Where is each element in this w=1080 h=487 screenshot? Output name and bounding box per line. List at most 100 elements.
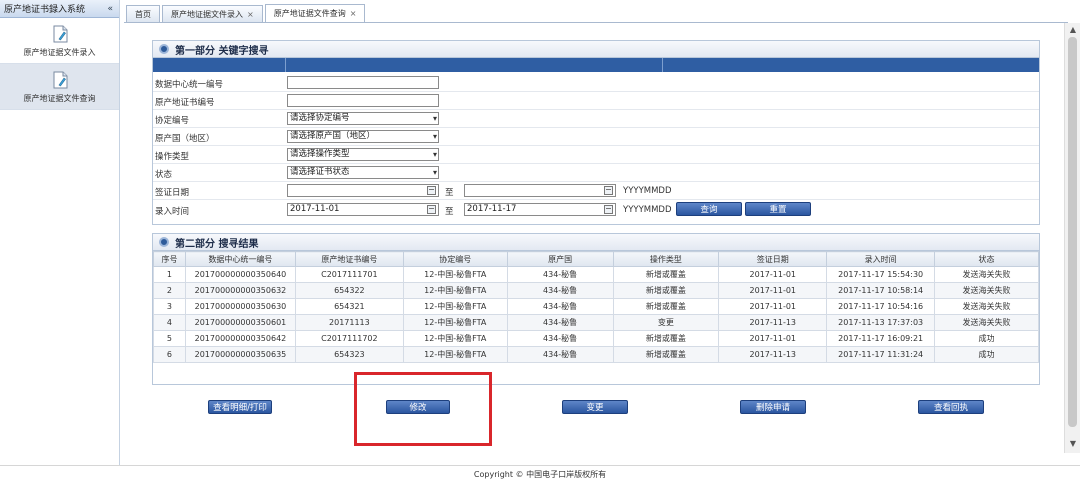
copyright-text: Copyright © 中国电子口岸版权所有 <box>473 470 607 479</box>
op-type-select-value: 请选择操作类型 <box>290 149 350 159</box>
table-cell: 变更 <box>612 314 720 331</box>
table-cell: 12-中国-秘鲁FTA <box>402 314 508 331</box>
vertical-scrollbar[interactable]: ▲ ▼ <box>1064 23 1080 453</box>
close-icon[interactable]: × <box>247 10 254 19</box>
status-label: 状态 <box>155 170 173 180</box>
table-cell: 成功 <box>934 346 1039 363</box>
table-row[interactable]: 1 201700000000350640 C2017111701 12-中国-秘鲁FT… <box>153 266 1039 283</box>
entry-time-from-value: 2017-11-01 <box>290 204 340 214</box>
results-body: 1 201700000000350640 C2017111701 12-中国-秘鲁FT… <box>153 266 1039 363</box>
sidebar: 原产地证书録入系统 « 原产地证据文件录入 原产地证据文件查询 <box>0 0 120 465</box>
results-panel: 第二部分 搜寻结果 序号 数据中心统一编号 原产地证书编号 协定编号 原产国 操… <box>152 233 1040 385</box>
tab-home[interactable]: 首页 <box>126 5 160 22</box>
issue-date-from-input[interactable] <box>287 184 439 197</box>
table-row[interactable]: 2 201700000000350632 654322 12-中国-秘鲁FTA 434-… <box>153 282 1039 299</box>
tab-certificate-entry[interactable]: 原产地证据文件录入 × <box>162 5 263 22</box>
document-icon <box>50 24 70 44</box>
calendar-icon[interactable] <box>427 205 436 214</box>
table-cell: 2017-11-13 <box>718 314 828 331</box>
scroll-down-icon[interactable]: ▼ <box>1065 439 1080 448</box>
view-print-button[interactable]: 查看明细/打印 <box>208 400 272 414</box>
table-cell: 2017-11-13 <box>718 346 828 363</box>
table-cell: 2017-11-13 17:37:03 <box>826 314 936 331</box>
column-header: 原产地证书编号 <box>294 251 404 267</box>
row-divider <box>153 181 1039 182</box>
results-section-title: 第二部分 搜寻结果 <box>175 238 259 250</box>
table-cell: 新增或覆盖 <box>612 346 720 363</box>
agreement-label: 协定编号 <box>155 116 190 126</box>
table-cell: 2017-11-17 11:31:24 <box>826 346 936 363</box>
tab-certificate-query[interactable]: 原产地证据文件查询 × <box>264 4 366 22</box>
entry-time-label: 录入时间 <box>155 207 190 217</box>
cert-no-input[interactable] <box>287 94 439 107</box>
table-cell: 成功 <box>934 330 1039 347</box>
agreement-select[interactable]: 请选择协定编号 ▾ <box>287 112 439 125</box>
table-cell: 新增或覆盖 <box>612 298 720 315</box>
nav-item-certificate-query[interactable]: 原产地证据文件查询 <box>0 64 119 110</box>
results-table: 序号 数据中心统一编号 原产地证书编号 协定编号 原产国 操作类型 签证日期 录… <box>153 251 1039 363</box>
entry-time-to-input[interactable]: 2017-11-17 <box>464 203 616 216</box>
country-select-value: 请选择原产国（地区） <box>290 131 376 141</box>
table-cell: 434-秘鲁 <box>506 282 614 299</box>
scrollbar-thumb[interactable] <box>1068 37 1077 427</box>
issue-date-to-input[interactable] <box>464 184 616 197</box>
sidebar-title: 原产地证书録入系统 <box>4 5 86 15</box>
row-divider <box>153 109 1039 110</box>
entry-time-from-input[interactable]: 2017-11-01 <box>287 203 439 216</box>
table-row[interactable]: 3 201700000000350630 654321 12-中国-秘鲁FTA 434-… <box>153 298 1039 315</box>
main-content: 第一部分 关键字搜寻 数据中心统一编号 原产地证书编号 协定编号 请选择协定编号… <box>124 23 1068 453</box>
op-type-select[interactable]: 请选择操作类型 ▾ <box>287 148 439 161</box>
table-cell: 201700000000350642 <box>184 330 296 347</box>
calendar-icon[interactable] <box>604 186 613 195</box>
close-icon[interactable]: × <box>350 9 357 18</box>
table-cell: 2017-11-01 <box>718 282 828 299</box>
table-row[interactable]: 4 201700000000350601 20171113 12-中国-秘鲁FTA 43… <box>153 314 1039 331</box>
country-select[interactable]: 请选择原产国（地区） ▾ <box>287 130 439 143</box>
table-cell: 发送海关失败 <box>934 314 1039 331</box>
row-divider <box>153 145 1039 146</box>
section-bullet-icon <box>159 44 169 54</box>
table-cell: 5 <box>153 330 186 347</box>
view-receipt-button[interactable]: 查看回执 <box>918 400 984 414</box>
status-select-value: 请选择证书状态 <box>290 167 350 177</box>
search-panel: 第一部分 关键字搜寻 数据中心统一编号 原产地证书编号 协定编号 请选择协定编号… <box>152 40 1040 225</box>
tab-label: 原产地证据文件查询 <box>273 9 346 18</box>
delete-request-button[interactable]: 删除申请 <box>740 400 806 414</box>
table-cell: 2017-11-01 <box>718 266 828 283</box>
column-header: 状态 <box>934 251 1039 267</box>
table-cell: 20171113 <box>294 314 404 331</box>
center-id-label: 数据中心统一编号 <box>155 80 224 90</box>
query-button[interactable]: 查询 <box>676 202 742 216</box>
status-select[interactable]: 请选择证书状态 ▾ <box>287 166 439 179</box>
table-cell: 2017-11-01 <box>718 298 828 315</box>
table-cell: 2017-11-17 15:54:30 <box>826 266 936 283</box>
center-id-input[interactable] <box>287 76 439 89</box>
agreement-select-value: 请选择协定编号 <box>290 113 350 123</box>
op-type-label: 操作类型 <box>155 152 190 162</box>
nav-label: 原产地证据文件录入 <box>23 47 96 57</box>
table-cell: 434-秘鲁 <box>506 330 614 347</box>
scroll-up-icon[interactable]: ▲ <box>1065 25 1080 34</box>
column-header: 签证日期 <box>718 251 828 267</box>
table-cell: 201700000000350601 <box>184 314 296 331</box>
tab-label: 首页 <box>135 9 151 19</box>
column-header: 序号 <box>153 251 186 267</box>
table-cell: 434-秘鲁 <box>506 298 614 315</box>
cert-no-label: 原产地证书编号 <box>155 98 215 108</box>
collapse-icon[interactable]: « <box>107 4 113 14</box>
tab-label: 原产地证据文件录入 <box>171 9 243 19</box>
nav-item-certificate-entry[interactable]: 原产地证据文件录入 <box>0 18 119 64</box>
calendar-icon[interactable] <box>427 186 436 195</box>
entry-time-to-value: 2017-11-17 <box>467 204 517 214</box>
change-button[interactable]: 变更 <box>562 400 628 414</box>
table-cell: 12-中国-秘鲁FTA <box>402 266 508 283</box>
table-cell: 12-中国-秘鲁FTA <box>402 298 508 315</box>
table-cell: 2017-11-17 16:09:21 <box>826 330 936 347</box>
table-row[interactable]: 6 201700000000350635 654323 12-中国-秘鲁FTA 434-… <box>153 346 1039 363</box>
table-row[interactable]: 5 201700000000350642 C2017111702 12-中国-秘鲁FT… <box>153 330 1039 347</box>
calendar-icon[interactable] <box>604 205 613 214</box>
reset-button[interactable]: 重置 <box>745 202 811 216</box>
table-cell: 新增或覆盖 <box>612 266 720 283</box>
column-header: 原产国 <box>506 251 614 267</box>
table-cell: 654322 <box>294 282 404 299</box>
